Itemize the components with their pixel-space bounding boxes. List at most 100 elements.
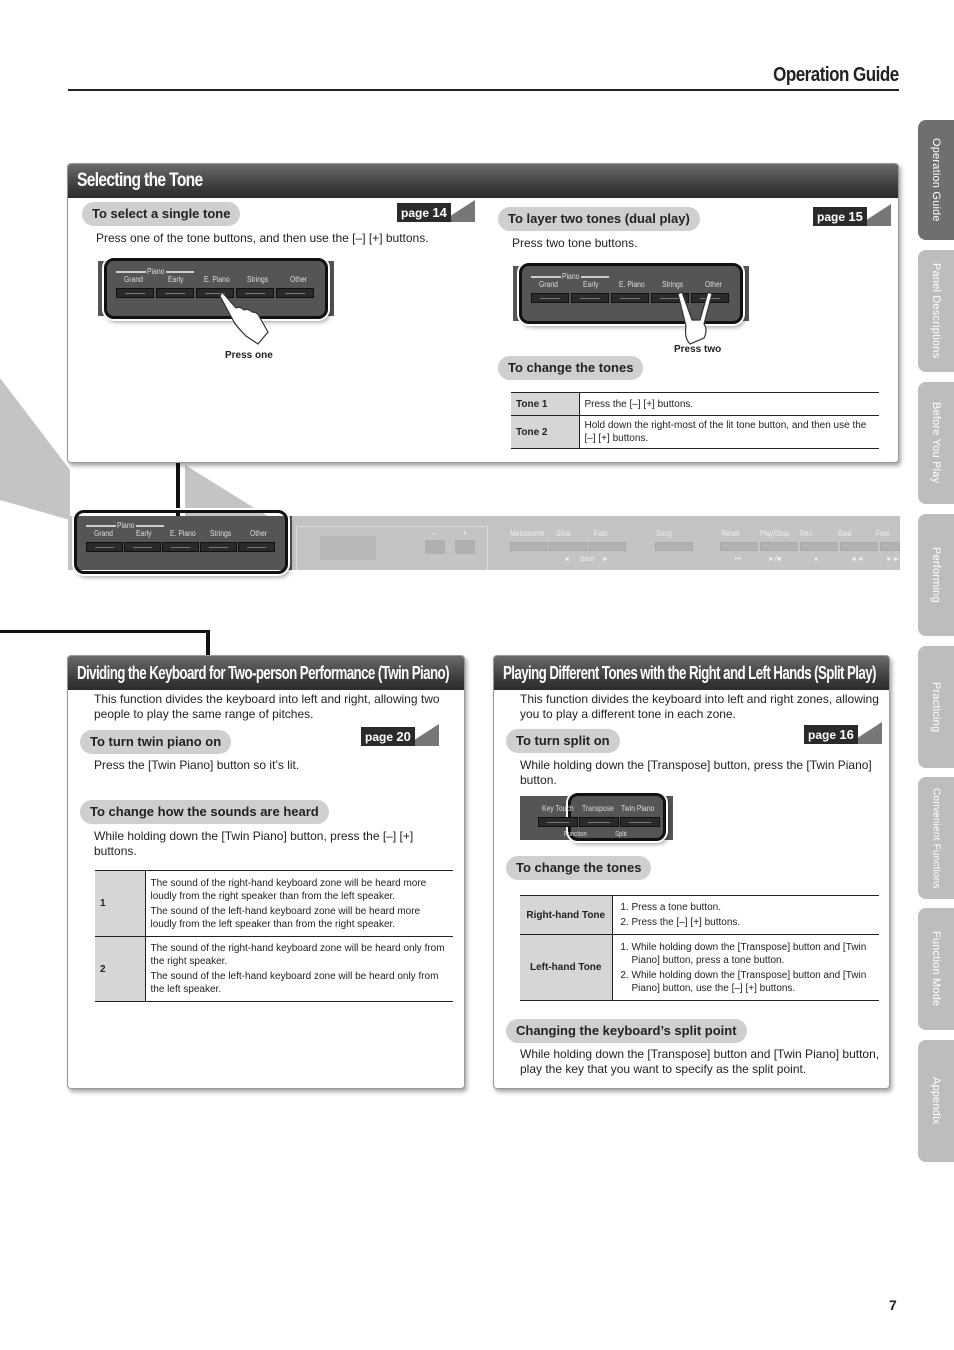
front-panel-button-rec[interactable] (800, 542, 838, 551)
transpose-label: Transpose (582, 804, 614, 813)
front-panel-button-metronome[interactable] (510, 542, 548, 551)
side-tab-performing[interactable]: Performing (918, 514, 954, 636)
front-panel-button-fwd[interactable] (880, 542, 900, 551)
tone-label-epiano: E. Piano (619, 280, 645, 289)
press-two-caption: Press two (674, 344, 722, 355)
tone-label-early: Early (168, 275, 184, 284)
page-reference-16[interactable]: page 16 (804, 722, 882, 744)
tone-button-early[interactable] (124, 542, 161, 552)
single-tone-heading: To select a single tone (82, 202, 241, 226)
tone-button-other[interactable] (238, 542, 275, 552)
front-panel-label: Fast (594, 529, 608, 538)
front-panel-button-fast[interactable] (588, 542, 626, 551)
key-touch-label: Key Touch (542, 804, 574, 813)
split-on-heading: To turn split on (506, 729, 620, 753)
beat-label: Beat (580, 556, 595, 563)
twin-piano-on-heading: To turn twin piano on (80, 730, 232, 754)
single-tone-instructions: Press one of the tone buttons, and then … (96, 231, 429, 245)
split-panel-illustration: Key Touch Transpose Twin Piano Function … (520, 793, 673, 841)
pointing-hand-icon (219, 290, 269, 345)
twin-piano-on-text: Press the [Twin Piano] button so it’s li… (94, 758, 300, 772)
table-row: 2 The sound of the right-hand keyboard z… (95, 936, 453, 1002)
change-tones-heading: To change the tones (498, 356, 644, 380)
display-screen (320, 536, 376, 560)
transport-symbol-icon: ⏮ (735, 556, 742, 563)
tone-label-strings: Strings (662, 280, 684, 289)
tone-panel-front: Piano Grand Early E. Piano Strings Other (74, 510, 292, 574)
connector-line (206, 630, 210, 656)
piano-group-label: Piano (147, 267, 165, 276)
transport-symbol-icon: ►► (886, 556, 900, 563)
dual-play-instructions: Press two tone buttons. (512, 236, 638, 250)
side-tab-before-you-play[interactable]: Before You Play (918, 382, 954, 504)
tone-label-early: Early (136, 529, 152, 538)
page-reference-14[interactable]: page 14 (397, 200, 475, 222)
front-panel-button-bwd[interactable] (840, 542, 878, 551)
tone-label-early: Early (583, 280, 599, 289)
tone-button-epiano[interactable] (611, 293, 649, 303)
tone-button-epiano[interactable] (162, 542, 199, 552)
sounds-heard-heading: To change how the sounds are heard (80, 800, 329, 824)
dual-play-heading: To layer two tones (dual play) (498, 207, 700, 231)
side-tab-panel-descriptions[interactable]: Panel Descriptions (918, 250, 954, 372)
side-tab-convenient-functions[interactable]: Convenient Functions (918, 777, 954, 899)
tone-label-epiano: E. Piano (170, 529, 196, 538)
minus-button[interactable] (425, 540, 445, 554)
tone-button-other[interactable] (276, 288, 314, 298)
front-panel-button-song[interactable] (655, 542, 693, 551)
tone-button-grand[interactable] (531, 293, 569, 303)
split-on-text: While holding down the [Transpose] butto… (520, 758, 872, 787)
twin-piano-modes-table: 1 The sound of the right-hand keyboard z… (95, 870, 453, 1002)
split-point-text: While holding down the [Transpose] butto… (520, 1047, 880, 1076)
side-tab-operation-guide[interactable]: Operation Guide (918, 120, 954, 240)
tone-label-strings: Strings (210, 529, 232, 538)
sounds-heard-text: While holding down the [Twin Piano] butt… (94, 829, 414, 858)
piano-group-label: Piano (117, 521, 135, 530)
tone-panel-illustration-single: Piano Grand Early E. Piano Strings Other (98, 258, 334, 319)
transpose-button[interactable] (579, 817, 619, 827)
change-tones-table: Tone 1 Press the [–] [+] buttons. Tone 2… (511, 392, 879, 449)
header-rule (68, 89, 899, 91)
tone-label-grand: Grand (124, 275, 143, 284)
tone-button-early[interactable] (571, 293, 609, 303)
tone-button-early[interactable] (156, 288, 194, 298)
twin-piano-intro: This function divides the keyboard into … (94, 692, 440, 721)
split-play-intro: This function divides the keyboard into … (520, 692, 879, 721)
page-reference-15[interactable]: page 15 (813, 204, 891, 226)
key-touch-button[interactable] (538, 817, 578, 827)
tone-button-grand[interactable] (116, 288, 154, 298)
tone-label-grand: Grand (539, 280, 558, 289)
page-reference-20[interactable]: page 20 (361, 724, 439, 746)
tone-label-other: Other (705, 280, 723, 289)
front-panel-label: Fwd (876, 529, 889, 538)
piano-group-label: Piano (562, 272, 580, 281)
split-tones-table: Right-hand Tone Press a tone button.Pres… (520, 895, 879, 1001)
card-title: Dividing the Keyboard for Two-person Per… (68, 656, 464, 690)
two-finger-hand-icon (678, 291, 713, 345)
tone-label-grand: Grand (94, 529, 113, 538)
table-row: Right-hand Tone Press a tone button.Pres… (520, 895, 879, 935)
transport-symbol-icon: ◄◄ (850, 556, 864, 563)
transport-symbol-icon: ►/■ (768, 556, 782, 563)
table-row: Tone 2 Hold down the right-most of the l… (511, 415, 879, 449)
tone-button-grand[interactable] (86, 542, 123, 552)
tone-label-other: Other (290, 275, 308, 284)
split-change-tones-heading: To change the tones (506, 856, 652, 880)
side-tab-appendix[interactable]: Appendix (918, 1040, 954, 1162)
plus-button[interactable] (455, 540, 475, 554)
tone-button-strings[interactable] (200, 542, 237, 552)
table-row: 1 The sound of the right-hand keyboard z… (95, 870, 453, 937)
tone-label-epiano: E. Piano (204, 275, 230, 284)
front-panel-label: Reset (722, 529, 740, 538)
front-panel-button-slow[interactable] (549, 542, 587, 551)
plus-label: + (462, 528, 468, 538)
side-tab-function-mode[interactable]: Function Mode (918, 908, 954, 1030)
front-panel-button-reset[interactable] (720, 542, 758, 551)
function-sub-label: Function (564, 831, 587, 838)
press-one-caption: Press one (225, 350, 273, 361)
split-sub-label: Split (615, 831, 627, 838)
front-panel-button-play-stop[interactable] (760, 542, 798, 551)
side-tab-practicing[interactable]: Practicing (918, 646, 954, 768)
front-panel-label: Song (656, 529, 672, 538)
twin-piano-button[interactable] (620, 817, 660, 827)
